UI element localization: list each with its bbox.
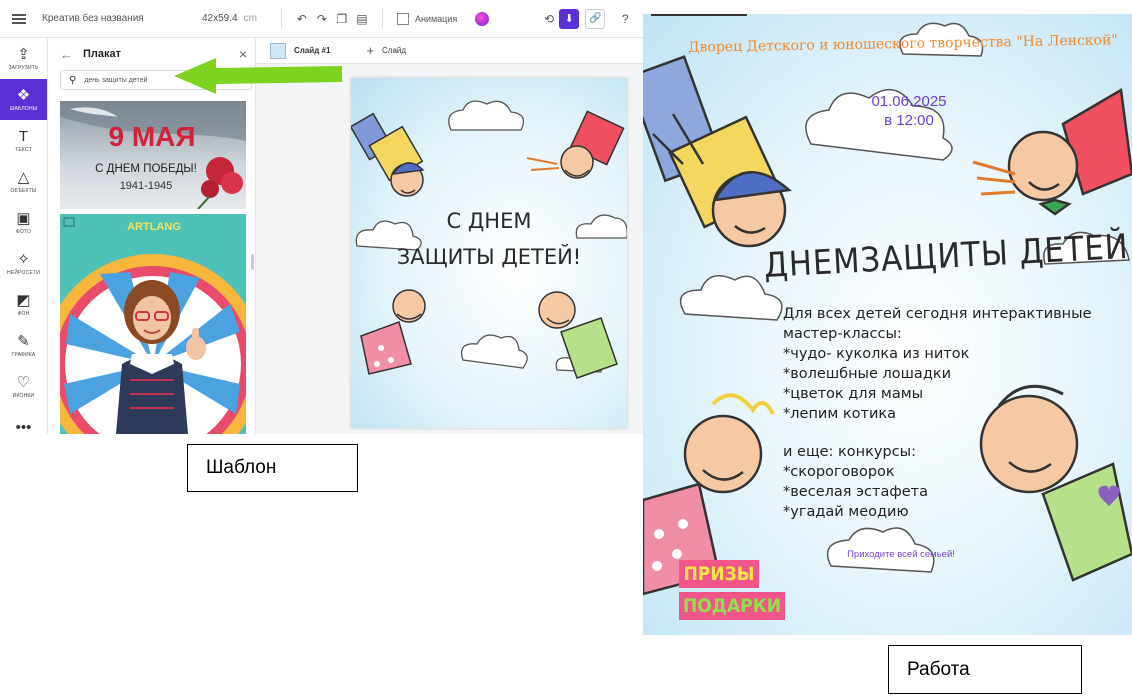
annotation-arrow-icon [174, 58, 342, 94]
document-unit: cm [243, 13, 257, 24]
heart-icon: ♡ [16, 374, 31, 391]
contest-line: *угадай меодию [783, 504, 909, 520]
canvas-art: С ДНЕМ ЗАЩИТЫ ДЕТЕЙ! [351, 100, 627, 379]
document-title[interactable]: Креатив без названия [42, 13, 202, 24]
event-date: 01.06.2025 [871, 93, 947, 110]
add-slide-icon[interactable]: + [366, 43, 374, 58]
upload-icon: ⇪ [17, 46, 30, 63]
template-caption-box: Шаблон [187, 444, 358, 492]
sidebar-item-label: НЕЙРОСЕТИ [6, 270, 41, 276]
more-icon: ••• [15, 419, 32, 434]
sidebar-item-label: ШАБЛОНЫ [9, 106, 38, 112]
prizes-badge: ПРИЗЫ [679, 560, 759, 588]
template-thumbnail-artlang[interactable]: ARTLANG [60, 214, 246, 434]
template-subtitle: С ДНЕМ ПОБЕДЫ! [95, 163, 197, 175]
template-thumbnail-victory-day[interactable]: 9 МАЯ С ДНЕМ ПОБЕДЫ! 1941-1945 [60, 101, 246, 209]
contest-line: *скороговорок [783, 464, 895, 480]
sidebar-item-background[interactable]: ◩ ФОН [0, 284, 47, 325]
workshop-line: *цветок для мамы [783, 386, 924, 402]
sidebar-item-label: ТЕКСТ [15, 147, 32, 153]
victory-day-art: 9 МАЯ С ДНЕМ ПОБЕДЫ! 1941-1945 [60, 101, 246, 209]
sidebar-item-upload[interactable]: ⇪ ЗАГРУЗИТЬ [0, 38, 47, 79]
sidebar-item-more[interactable]: ••• [0, 407, 47, 434]
sidebar-item-templates[interactable]: ❖ ШАБЛОНЫ [0, 79, 47, 120]
undo-icon[interactable]: ↶ [292, 12, 312, 26]
add-slide-button[interactable]: Слайд [382, 46, 406, 55]
workshop-line: *лепим котика [783, 406, 897, 422]
sidebar-item-label: ФОН [17, 311, 30, 317]
contest-list: и еще: конкурсы: *скороговорок *веселая эс… [783, 442, 928, 522]
sidebar-item-photo[interactable]: ▣ ФОТО [0, 202, 47, 243]
sidebar-item-text[interactable]: T ТЕКСТ [0, 120, 47, 161]
templates-icon: ❖ [16, 87, 31, 104]
history-icon[interactable]: ⟲ [539, 12, 559, 26]
workshop-line: *чудо- куколка из ниток [783, 346, 970, 362]
gifts-badge: ПОДАРКИ [679, 592, 785, 620]
welcome-text: Приходите всей семьей! [847, 549, 955, 560]
text-icon: T [18, 128, 29, 145]
animation-label: Анимация [414, 13, 458, 24]
sidebar-item-magic-wand[interactable]: ✧ НЕЙРОСЕТИ [0, 243, 47, 284]
template-brand: ARTLANG [127, 221, 181, 233]
sidebar-item-objects[interactable]: △ ОБЪЕКТЫ [0, 161, 47, 202]
back-arrow-icon[interactable]: ← [60, 47, 73, 62]
menu-icon[interactable] [12, 13, 26, 24]
background-icon: ◩ [16, 292, 31, 309]
sidebar-item-label: ФОТО [15, 229, 32, 235]
poster-top-line [651, 14, 747, 16]
sidebar-item-label: ИКОНКИ [12, 393, 35, 399]
objects-icon: △ [17, 169, 30, 186]
download-button[interactable]: ⬇ [559, 8, 580, 29]
event-time: в 12:00 [884, 112, 934, 129]
toolbar-divider [381, 9, 383, 28]
contest-line: и еще: конкурсы: [783, 444, 916, 460]
workshop-list: Для всех детей сегодня интерактивные маст… [783, 304, 1092, 424]
workshop-line: *волешбные лошадки [783, 366, 952, 382]
sidebar-item-pen[interactable]: ✎ ГРАФИКА [0, 325, 47, 366]
search-value: день защиты детей [84, 76, 148, 84]
paste-icon[interactable]: ▤ [352, 12, 372, 26]
sidebar-item-label: ЗАГРУЗИТЬ [8, 65, 39, 71]
sidebar-item-heart[interactable]: ♡ ИКОНКИ [0, 366, 47, 407]
document-size[interactable]: 42x59.4 [202, 13, 238, 24]
left-sidebar: ⇪ ЗАГРУЗИТЬ ❖ ШАБЛОНЫ T ТЕКСТ △ ОБЪЕКТЫ ▣ ФОТО ✧ НЕ… [0, 38, 48, 434]
ai-assistant-icon[interactable] [475, 11, 490, 26]
design-canvas[interactable]: С ДНЕМ ЗАЩИТЫ ДЕТЕЙ! [351, 78, 627, 428]
pen-icon: ✎ [17, 333, 30, 350]
search-icon: ⚲ [69, 74, 77, 86]
template-title: 9 МАЯ [108, 121, 195, 152]
photo-icon: ▣ [16, 210, 31, 227]
canvas-title-line2: ЗАЩИТЫ ДЕТЕЙ! [397, 244, 581, 269]
contest-line: *веселая эстафета [783, 484, 929, 500]
work-caption: Работа [907, 658, 970, 680]
top-toolbar: Креатив без названия 42x59.4 cm ↶ ↷ ❐ ▤ … [0, 0, 643, 38]
sidebar-item-label: ГРАФИКА [11, 352, 36, 358]
animation-checkbox[interactable] [396, 12, 409, 25]
templates-panel: ← Плакат × ⚲ день защиты детей 9 МАЯ С Д… [48, 38, 256, 434]
template-caption: Шаблон [206, 457, 277, 478]
canvas-title-line1: С ДНЕМ [447, 209, 532, 233]
panel-scrollbar[interactable] [251, 254, 254, 270]
toolbar-divider [280, 9, 282, 28]
copy-icon[interactable]: ❐ [332, 12, 352, 26]
sidebar-item-label: ОБЪЕКТЫ [10, 188, 37, 194]
event-date-block: 01.06.2025 в 12:00 [849, 92, 969, 130]
editor-screenshot: Креатив без названия 42x59.4 cm ↶ ↷ ❐ ▤ … [0, 0, 643, 434]
final-poster: Дворец Детского и юношеского творчества … [643, 14, 1132, 635]
workshop-line: Для всех детей сегодня интерактивные [783, 306, 1092, 322]
template-years: 1941-1945 [120, 180, 173, 192]
artlang-art: ARTLANG [60, 217, 246, 434]
work-caption-box: Работа [888, 645, 1082, 694]
share-link-button[interactable]: 🔗 [585, 8, 606, 29]
redo-icon[interactable]: ↷ [312, 12, 332, 26]
workshop-line: мастер-классы: [783, 326, 902, 342]
help-icon[interactable]: ? [615, 12, 635, 26]
magic-wand-icon: ✧ [17, 251, 30, 268]
